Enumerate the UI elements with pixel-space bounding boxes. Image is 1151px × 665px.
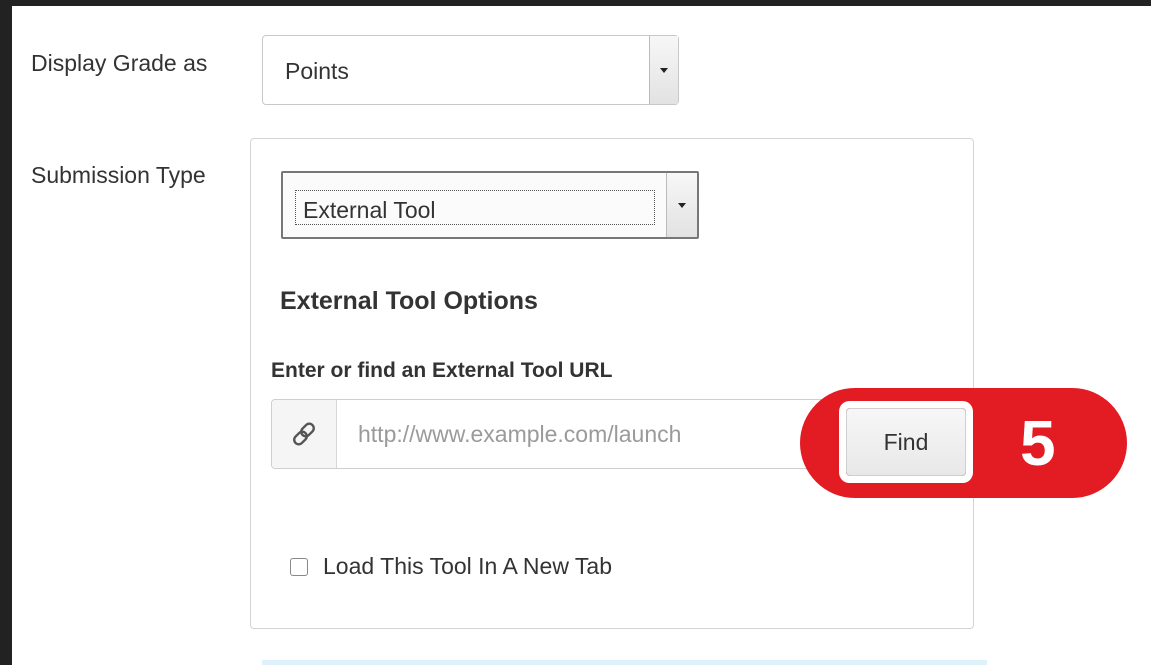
link-addon — [272, 400, 337, 468]
external-tool-url-input[interactable] — [338, 400, 848, 468]
display-grade-label: Display Grade as — [31, 50, 208, 76]
dropdown-arrow[interactable] — [666, 173, 697, 237]
new-tab-label: Load This Tool In A New Tab — [323, 553, 612, 579]
step-number: 5 — [1020, 407, 1056, 479]
display-grade-select[interactable]: Points — [262, 35, 679, 105]
new-tab-option[interactable]: Load This Tool In A New Tab — [290, 553, 612, 580]
find-button[interactable]: Find — [846, 408, 966, 476]
chevron-down-icon — [678, 203, 686, 208]
external-tool-url-label: Enter or find an External Tool URL — [271, 359, 613, 382]
submission-type-label: Submission Type — [31, 162, 206, 188]
submission-type-select[interactable]: External Tool — [281, 171, 699, 239]
external-tool-url-group — [271, 399, 851, 469]
dropdown-arrow[interactable] — [649, 36, 678, 104]
display-grade-value: Points — [285, 58, 349, 84]
chevron-down-icon — [660, 68, 668, 73]
next-section-edge — [262, 660, 987, 665]
new-tab-checkbox[interactable] — [290, 557, 308, 576]
external-tool-options-heading: External Tool Options — [280, 287, 538, 315]
link-icon — [293, 422, 315, 446]
submission-type-value: External Tool — [303, 197, 436, 223]
